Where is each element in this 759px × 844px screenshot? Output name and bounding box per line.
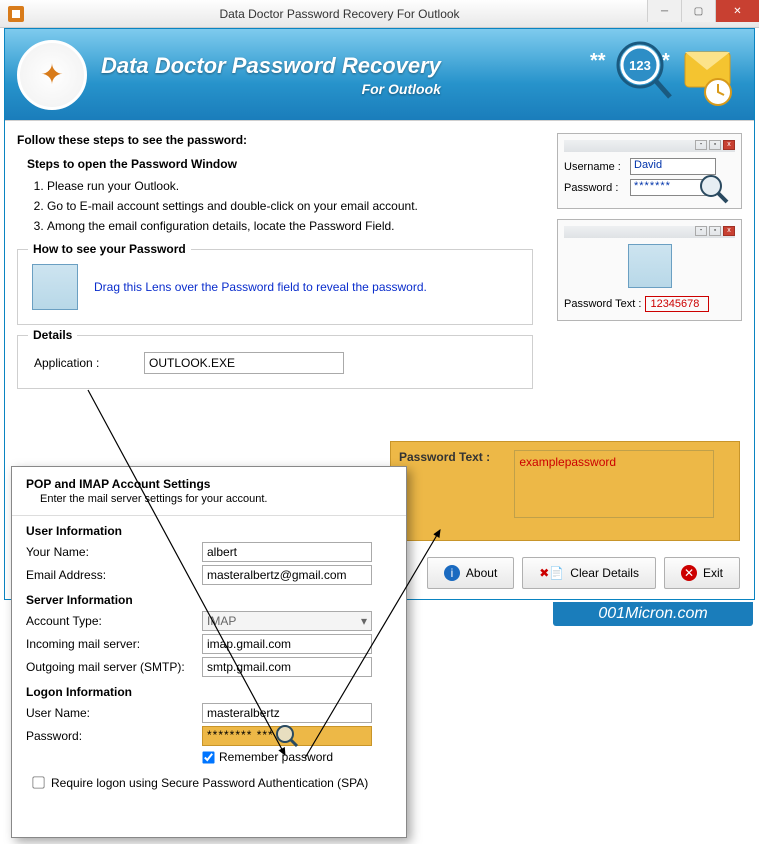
header-title: Data Doctor Password Recovery — [101, 53, 441, 79]
od-username-input[interactable] — [202, 703, 372, 723]
od-user-info-heading: User Information — [26, 524, 392, 538]
maximize-button[interactable]: ▢ — [681, 0, 715, 22]
od-outgoing-input[interactable] — [202, 657, 372, 677]
mini-maximize-icon: ▫ — [709, 140, 721, 150]
od-spa-checkbox[interactable] — [32, 776, 44, 788]
lens-overlay-icon — [275, 724, 299, 748]
mini-minimize-icon: - — [695, 226, 707, 236]
od-password-input[interactable]: ******** *** — [202, 726, 372, 746]
mini-username-label: Username : — [564, 161, 630, 173]
od-email-input[interactable] — [202, 565, 372, 585]
mini-titlebar: - ▫ x — [564, 226, 735, 238]
steps-heading: Steps to open the Password Window — [27, 157, 537, 171]
od-accounttype-select[interactable]: IMAP ▾ — [202, 611, 372, 631]
application-label: Application : — [28, 356, 144, 370]
od-yourname-input[interactable] — [202, 542, 372, 562]
logo-icon: ✦ — [17, 40, 87, 110]
outlook-settings-dialog: POP and IMAP Account Settings Enter the … — [11, 466, 407, 838]
od-accounttype-label: Account Type: — [26, 614, 202, 628]
password-text-panel: Password Text : examplepassword — [390, 441, 740, 541]
od-remember-checkbox[interactable] — [202, 751, 214, 763]
steps-list: Please run your Outlook. Go to E-mail ac… — [47, 179, 537, 233]
od-username-label: User Name: — [26, 706, 202, 720]
details-title: Details — [28, 328, 77, 342]
od-title: POP and IMAP Account Settings — [26, 477, 392, 491]
clear-icon: ✖📄 — [539, 566, 564, 580]
step-item: Go to E-mail account settings and double… — [47, 199, 537, 213]
lens-drag-handle[interactable] — [32, 264, 78, 310]
howto-title: How to see your Password — [28, 242, 191, 256]
od-yourname-label: Your Name: — [26, 545, 202, 559]
mini-close-icon: x — [723, 140, 735, 150]
od-remember-label: Remember password — [219, 750, 333, 764]
mini-close-icon: x — [723, 226, 735, 236]
window-title: Data Doctor Password Recovery For Outloo… — [32, 7, 647, 21]
password-text-label: Password Text : — [399, 450, 511, 464]
mini-titlebar: - ▫ x — [564, 140, 735, 152]
mini-minimize-icon: - — [695, 140, 707, 150]
mini-pt-value: 12345678 — [645, 296, 709, 312]
mini-maximize-icon: ▫ — [709, 226, 721, 236]
header-subtitle: For Outlook — [101, 81, 441, 97]
info-icon: i — [444, 565, 460, 581]
step-item: Among the email configuration details, l… — [47, 219, 537, 233]
magnifier-icon — [697, 172, 731, 209]
close-button[interactable]: ✕ — [715, 0, 759, 22]
od-password-label: Password: — [26, 729, 202, 743]
exit-button[interactable]: ✕ Exit — [664, 557, 740, 589]
intro-heading: Follow these steps to see the password: — [17, 133, 537, 147]
howto-groupbox: How to see your Password Drag this Lens … — [17, 249, 533, 325]
mini-password-label: Password : — [564, 182, 630, 194]
clear-details-button[interactable]: ✖📄 Clear Details — [522, 557, 656, 589]
window-titlebar: Data Doctor Password Recovery For Outloo… — [0, 0, 759, 28]
mini-lens-icon — [628, 244, 672, 288]
svg-text:**: ** — [590, 50, 606, 72]
example-result-dialog: - ▫ x Password Text : 12345678 — [557, 219, 742, 321]
mini-pt-label: Password Text : — [564, 298, 641, 310]
about-button[interactable]: i About — [427, 557, 514, 589]
header-art-icon: ** 123 * — [590, 37, 740, 113]
od-server-info-heading: Server Information — [26, 593, 392, 607]
od-incoming-input[interactable] — [202, 634, 372, 654]
application-input[interactable] — [144, 352, 344, 374]
od-email-label: Email Address: — [26, 568, 202, 582]
footer-brand: 001Micron.com — [553, 602, 753, 626]
howto-text: Drag this Lens over the Password field t… — [94, 280, 427, 294]
exit-icon: ✕ — [681, 565, 697, 581]
details-groupbox: Details Application : — [17, 335, 533, 389]
header-banner: ✦ Data Doctor Password Recovery For Outl… — [5, 29, 754, 121]
app-icon — [6, 4, 26, 24]
chevron-down-icon: ▾ — [361, 614, 367, 628]
od-incoming-label: Incoming mail server: — [26, 637, 202, 651]
od-outgoing-label: Outgoing mail server (SMTP): — [26, 660, 202, 674]
od-logon-heading: Logon Information — [26, 685, 392, 699]
step-item: Please run your Outlook. — [47, 179, 537, 193]
od-subtitle: Enter the mail server settings for your … — [40, 493, 392, 505]
od-spa-label: Require logon using Secure Password Auth… — [51, 776, 371, 790]
svg-text:123: 123 — [629, 58, 651, 73]
minimize-button[interactable]: ─ — [647, 0, 681, 22]
password-text-value: examplepassword — [514, 450, 714, 518]
example-login-dialog: - ▫ x Username : David Password : ******… — [557, 133, 742, 209]
